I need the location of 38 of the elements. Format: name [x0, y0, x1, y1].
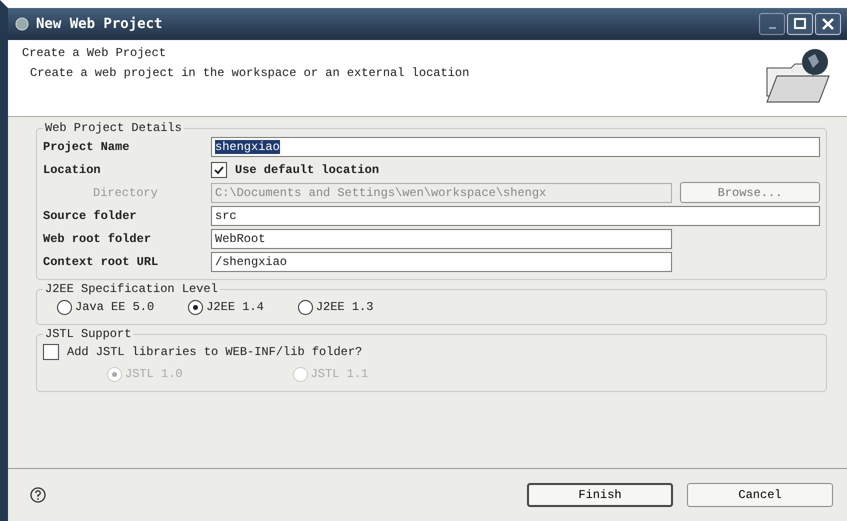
page-description: Create a web project in the workspace or an external location: [29, 66, 470, 80]
minimize-button[interactable]: [759, 13, 785, 35]
group-title: Web Project Details: [44, 121, 183, 135]
radio-button[interactable]: [188, 300, 204, 314]
field-label: Project Name: [43, 140, 130, 154]
close-button[interactable]: [815, 13, 841, 35]
field-label: Directory: [92, 186, 159, 200]
minimize-icon: [768, 27, 776, 29]
field-label: Location: [43, 162, 102, 176]
field-label: Source folder: [43, 208, 138, 222]
help-icon[interactable]: [30, 487, 46, 503]
radio-label: Java EE 5.0: [75, 300, 154, 314]
radio-label: JSTL 1.0: [125, 367, 183, 381]
dialog-button[interactable]: Cancel: [687, 483, 833, 507]
maximize-icon: [793, 17, 807, 31]
checkbox[interactable]: [43, 344, 59, 360]
close-icon: [821, 17, 835, 31]
checkmark-icon: [213, 164, 225, 176]
group-title: JSTL Support: [44, 327, 132, 341]
radio-button[interactable]: [298, 300, 313, 314]
field-label: Context root URL: [43, 254, 160, 268]
text-field[interactable]: shengxiao: [211, 136, 820, 156]
checkbox-label: Add JSTL libraries to WEB-INF/lib folder?: [67, 345, 362, 359]
checkbox[interactable]: [211, 162, 227, 178]
field-label: Web root folder: [43, 232, 152, 246]
radio-button[interactable]: [57, 300, 72, 314]
text-field[interactable]: src: [211, 206, 820, 226]
radio-label: J2EE 1.3: [316, 300, 374, 314]
radio-label: JSTL 1.1: [310, 367, 368, 381]
page-title: Create a Web Project: [22, 46, 168, 60]
text-field[interactable]: WebRoot: [211, 228, 672, 248]
text-field[interactable]: /shengxiao: [211, 252, 672, 272]
window-title: New Web Project: [36, 16, 162, 32]
radio-label: J2EE 1.4: [206, 300, 264, 314]
checkbox-label: Use default location: [235, 162, 380, 176]
maximize-button[interactable]: [787, 13, 813, 35]
group-title: J2EE Specification Level: [44, 282, 219, 296]
dialog-button[interactable]: Finish: [527, 483, 673, 507]
